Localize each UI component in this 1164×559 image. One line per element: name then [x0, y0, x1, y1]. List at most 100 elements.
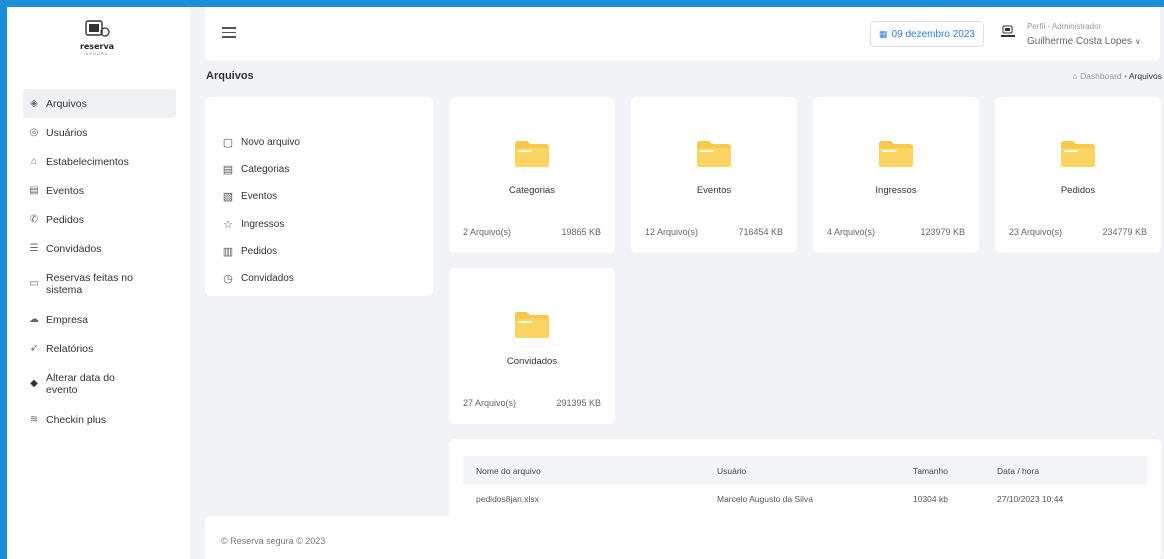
sidebar-item-empresa[interactable]: ☁ Empresa [23, 305, 176, 334]
menu-item-label: Pedidos [241, 245, 278, 257]
chat-icon: ▭ [29, 278, 39, 289]
folder-icon [697, 141, 731, 167]
folder-file-count: 23 Arquivo(s) [1009, 227, 1063, 237]
star-icon: ☆ [223, 218, 233, 231]
layers-icon: ◈ [30, 98, 38, 109]
send-icon: ➶ [29, 343, 39, 354]
book-icon: ▥ [222, 245, 234, 258]
sidebar-item-label: Arquivos [46, 97, 87, 110]
breadcrumb-home[interactable]: Dashboard [1080, 71, 1122, 81]
column-header-filename: Nome do arquivo [476, 466, 541, 476]
folder-card-pedidos[interactable]: Pedidos 23 Arquivo(s) 234779 KB [995, 97, 1161, 253]
sidebar-item-relatorios[interactable]: ➶ Relatórios [23, 334, 176, 363]
folder-name: Categorias [509, 185, 555, 196]
sidebar-item-label: Alterar data do evento [46, 372, 115, 396]
sidebar-item-eventos[interactable]: ▤ Eventos [23, 176, 176, 205]
sidebar-item-label: Empresa [46, 313, 89, 326]
menu-item-label: Ingressos [241, 218, 285, 230]
folder-name: Eventos [696, 185, 732, 196]
sidebar-item-label: Eventos [46, 184, 84, 197]
menu-item-label: Novo arquivo [241, 137, 300, 149]
breadcrumb-current: Arquivos [1128, 71, 1162, 81]
sidebar-item-usuarios[interactable]: ◎ Usuários [23, 118, 176, 147]
sidebar-item-arquivos[interactable]: ◈ Arquivos [23, 89, 176, 118]
logo-subtext: SEGURA [85, 51, 109, 56]
sidebar-item-estabelecimentos[interactable]: ⌂ Estabelecimentos [23, 147, 176, 176]
folder-card-categorias[interactable]: Categorias 2 Arquivo(s) 19865 KB [449, 97, 615, 253]
column-header-size: Tamanho [913, 466, 948, 476]
logo-text: reserva [79, 42, 115, 51]
cell-size: 10304 kb [913, 494, 948, 504]
folder-file-count: 4 Arquivo(s) [827, 227, 876, 237]
cell-user: Marcelo Augusto da Silva [717, 494, 813, 504]
sidebar-item-checkin-plus[interactable]: ≋ Checkin plus [23, 405, 176, 434]
calendar-icon: ▦ [879, 28, 888, 39]
file-menu-card: ▢ Novo arquivo ▤ Categorias ▧ Eventos ☆ … [205, 97, 433, 296]
folder-size: 19865 KB [561, 227, 601, 237]
page-title: Arquivos [206, 70, 254, 82]
table-row[interactable]: pedidos8jan.xlsx Marcelo Augusto da Silv… [463, 485, 1147, 515]
folder-size: 234779 KB [1102, 227, 1147, 237]
date-picker[interactable]: ▦ 09 dezembro 2023 [870, 21, 984, 47]
cell-filename[interactable]: pedidos8jan.xlsx [476, 494, 539, 504]
folder-size: 123979 KB [920, 227, 965, 237]
folder-icon [515, 312, 549, 338]
folder-card-convidados[interactable]: Convidados 27 Arquivo(s) 291395 KB [449, 268, 615, 424]
menu-item-label: Eventos [241, 191, 278, 203]
footer: © Reserva segura © 2023 [205, 516, 1160, 559]
folder-name: Pedidos [1060, 185, 1096, 196]
avatar[interactable] [1000, 24, 1016, 40]
sidebar-item-label: Reservas feitas no sistema [46, 272, 133, 296]
breadcrumb-separator: • [1124, 71, 1128, 81]
cloud-icon: ☁ [29, 314, 39, 325]
menu-item-pedidos[interactable]: ▥ Pedidos [221, 238, 300, 265]
sidebar-item-pedidos[interactable]: ✆ Pedidos [23, 205, 176, 234]
file-menu-list: ▢ Novo arquivo ▤ Categorias ▧ Eventos ☆ … [221, 129, 300, 292]
image-icon: ▧ [222, 191, 234, 204]
wave-icon: ≋ [29, 414, 39, 425]
menu-item-eventos[interactable]: ▧ Eventos [221, 183, 300, 210]
profile-menu[interactable]: Guilherme Costa Lopes ∨ [1027, 36, 1141, 47]
sidebar-nav: ◈ Arquivos ◎ Usuários ⌂ Estabelecimentos… [23, 89, 176, 434]
breadcrumb: ⌂ Dashboard • Arquivos [1073, 71, 1162, 81]
folder-icon [515, 141, 549, 167]
folder-card-ingressos[interactable]: Ingressos 4 Arquivo(s) 123979 KB [813, 97, 979, 253]
folder-card-eventos[interactable]: Eventos 12 Arquivo(s) 716454 KB [631, 97, 797, 253]
logo-icon [80, 17, 114, 41]
profile-role: Perfil - Administrador [1027, 22, 1102, 31]
current-date: 09 dezembro 2023 [891, 28, 975, 40]
sidebar-item-label: Checkin plus [46, 413, 107, 426]
menu-item-categorias[interactable]: ▤ Categorias [221, 156, 300, 183]
folder-icon [1061, 141, 1095, 167]
clock-icon: ◷ [223, 273, 233, 286]
sidebar: reserva SEGURA ◈ Arquivos ◎ Usuários ⌂ E… [7, 7, 190, 559]
profile-name: Guilherme Costa Lopes [1027, 36, 1133, 47]
menu-item-convidados[interactable]: ◷ Convidados [221, 265, 300, 292]
menu-item-novo-arquivo[interactable]: ▢ Novo arquivo [221, 129, 300, 156]
building-icon: ⌂ [30, 156, 38, 167]
sidebar-item-reservas[interactable]: ▭ Reservas feitas no sistema [23, 263, 176, 305]
folder-size: 291395 KB [556, 398, 601, 408]
folder-size: 716454 KB [738, 227, 783, 237]
sidebar-item-convidados[interactable]: ☰ Convidados [23, 234, 176, 263]
sidebar-item-label: Estabelecimentos [46, 155, 129, 168]
menu-item-label: Convidados [241, 273, 294, 285]
document-icon: ▤ [222, 164, 234, 177]
menu-item-ingressos[interactable]: ☆ Ingressos [221, 211, 300, 238]
logo[interactable]: reserva SEGURA [67, 17, 127, 67]
menu-toggle-icon[interactable] [222, 27, 236, 41]
column-header-user: Usuário [717, 466, 747, 476]
cell-datetime: 27/10/2023 10:44 [997, 494, 1064, 504]
list-icon: ☰ [29, 243, 39, 254]
diamond-icon: ◆ [30, 378, 38, 389]
phone-icon: ✆ [29, 214, 39, 225]
sidebar-item-label: Usuários [46, 126, 88, 139]
table-header: Nome do arquivo Usuário Tamanho Data / h… [463, 456, 1147, 485]
sidebar-item-alterar-data[interactable]: ◆ Alterar data do evento [23, 363, 176, 405]
file-icon: ▢ [222, 137, 234, 150]
home-icon: ⌂ [1072, 71, 1078, 81]
column-header-datetime: Data / hora [997, 466, 1040, 476]
folder-name: Ingressos [875, 185, 917, 196]
app-frame: reserva SEGURA ◈ Arquivos ◎ Usuários ⌂ E… [7, 7, 1164, 559]
menu-item-label: Categorias [241, 164, 290, 176]
